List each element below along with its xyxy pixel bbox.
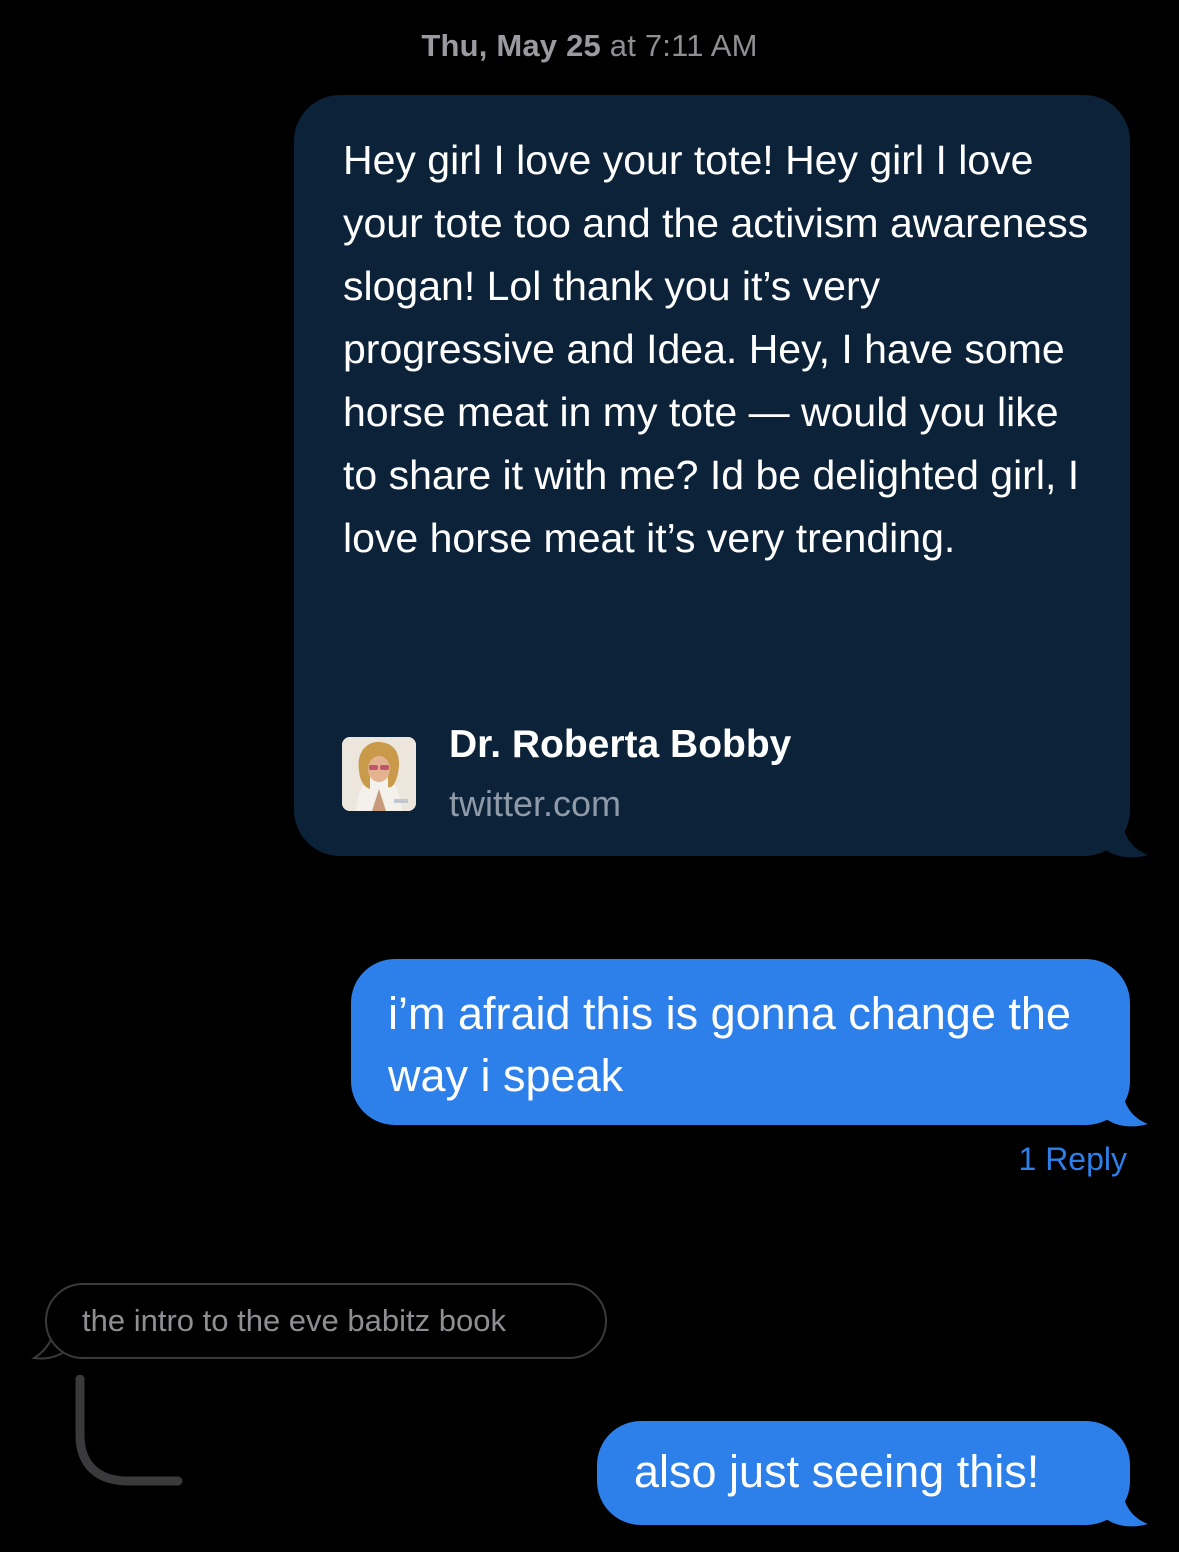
link-preview-domain: twitter.com <box>449 783 622 824</box>
sent-message-bubble[interactable]: also just seeing this! <box>597 1421 1130 1525</box>
link-preview-title: Dr. Roberta Bobby <box>449 723 792 766</box>
message-text: i’m afraid this is gonna change the way … <box>388 988 1071 1101</box>
timestamp-time: at 7:11 AM <box>600 28 758 63</box>
thread-connector-icon <box>75 1375 183 1486</box>
quoted-message-text: the intro to the eve babitz book <box>82 1303 506 1338</box>
reply-count-link[interactable]: 1 Reply <box>1019 1141 1128 1178</box>
timestamp-day: Thu, May 25 <box>421 28 601 63</box>
sent-message-bubble[interactable]: i’m afraid this is gonna change the way … <box>351 959 1130 1125</box>
link-preview-bubble[interactable]: Hey girl I love your tote! Hey girl I lo… <box>294 95 1130 856</box>
profile-photo-icon <box>342 737 416 811</box>
conversation-timestamp: Thu, May 25 at 7:11 AM <box>0 28 1179 64</box>
quoted-message-bubble[interactable]: the intro to the eve babitz book <box>45 1283 607 1359</box>
bubble-tail-icon <box>1100 1084 1148 1127</box>
bubble-tail-icon <box>1100 1484 1148 1527</box>
link-preview-quote: Hey girl I love your tote! Hey girl I lo… <box>343 137 1089 561</box>
message-text: also just seeing this! <box>634 1446 1040 1497</box>
bubble-tail-icon <box>1100 815 1148 858</box>
